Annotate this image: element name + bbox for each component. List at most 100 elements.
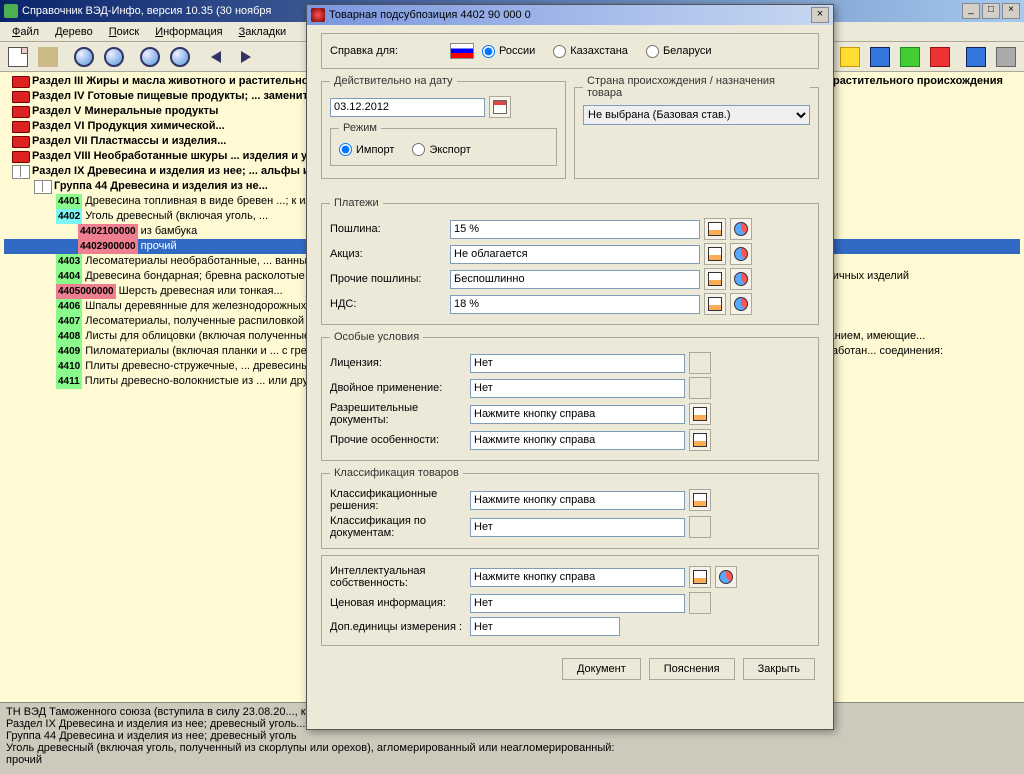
tb-gray[interactable] [992,44,1020,70]
date-input[interactable] [330,98,485,117]
book-icon [12,134,30,148]
ip-field[interactable] [470,568,685,587]
app-title: Справочник ВЭД-Инфо, версия 10.35 (30 но… [22,5,271,17]
vat-pie-button[interactable] [730,293,752,315]
tree-label: Уголь древесный (включая уголь, ... [85,209,268,224]
other-special-button[interactable] [689,429,711,451]
app-icon [4,4,18,18]
tb-save[interactable] [962,44,990,70]
explain-button[interactable]: Пояснения [649,658,735,680]
tree-label: прочий [141,239,177,254]
class-dec-field[interactable] [470,491,685,510]
tb-tree[interactable] [34,44,62,70]
menu-item[interactable]: Поиск [101,24,147,40]
dual-button[interactable] [689,377,711,399]
excise-pie-button[interactable] [730,243,752,265]
docs-field[interactable] [470,405,685,424]
minimize-button[interactable]: _ [962,3,980,19]
duty-pie-button[interactable] [730,218,752,240]
tb-findcode[interactable] [100,44,128,70]
status-line: Уголь древесный (включая уголь, полученн… [6,742,1018,754]
vat-info-button[interactable] [704,293,726,315]
origin-select[interactable]: Не выбрана (Базовая став.) [583,105,810,125]
radio-belarus[interactable]: Беларуси [646,45,712,58]
other-duty-field[interactable] [450,270,700,289]
book-icon [12,104,30,118]
code-tag: 4410 [56,359,82,374]
dual-field[interactable] [470,379,685,398]
book-icon [12,89,30,103]
tb-g1[interactable] [896,44,924,70]
code-tag: 4402900000 [78,239,138,254]
units-field[interactable] [470,617,620,636]
other-special-field[interactable] [470,431,685,450]
lic-button[interactable] [689,352,711,374]
excise-info-button[interactable] [704,243,726,265]
calendar-icon [493,100,507,114]
code-tag: 4401 [56,194,82,209]
radio-russia[interactable]: России [482,45,535,58]
radio-export[interactable]: Экспорт [412,143,470,156]
date-group: Действительно на дату Режим Импорт Экспо… [321,75,566,179]
dialog-icon [311,8,325,22]
book-icon [12,164,30,178]
tb-zoom1[interactable] [136,44,164,70]
radio-import[interactable]: Импорт [339,143,394,156]
other-info-button[interactable] [704,268,726,290]
excise-field[interactable] [450,245,700,264]
close-button[interactable]: × [1002,3,1020,19]
menu-item[interactable]: Дерево [47,24,101,40]
tb-b1[interactable] [866,44,894,70]
class-dec-button[interactable] [689,489,711,511]
radio-kazakhstan[interactable]: Казахстана [553,45,628,58]
class-doc-field[interactable] [470,518,685,537]
special-group: Особые условия Лицензия: Двойное примене… [321,331,819,461]
ip-button[interactable] [689,566,711,588]
other-pie-button[interactable] [730,268,752,290]
tree-label: Шпалы деревянные для железнодорожных... [85,299,315,314]
dialog-titlebar: Товарная подсубпозиция 4402 90 000 0 × [307,5,833,25]
tb-new[interactable] [4,44,32,70]
flag-ru-icon [450,43,474,59]
chart-icon [708,222,722,236]
ref-for-group: Справка для: России Казахстана Беларуси [321,33,819,69]
tb-zoom2[interactable] [166,44,194,70]
tree-label: Раздел VI Продукция химической... [32,119,225,134]
tb-y2[interactable] [836,44,864,70]
tb-prev[interactable] [202,44,230,70]
maximize-button[interactable]: □ [982,3,1000,19]
book-icon [12,119,30,133]
status-line: Группа 44 Древесина и изделия из нее; др… [6,730,1018,742]
close-dialog-button[interactable]: Закрыть [743,658,815,680]
license-field[interactable] [470,354,685,373]
docs-button[interactable] [689,403,711,425]
tree-label: Шерсть древесная или тонкая... [119,284,283,299]
tree-label: Раздел V Минеральные продукты [32,104,218,119]
code-tag: 4403 [56,254,82,269]
price-field[interactable] [470,594,685,613]
ip-pie-button[interactable] [715,566,737,588]
menu-item[interactable]: Файл [4,24,47,40]
origin-group: Страна происхождения / назначения товара… [574,75,819,179]
item-dialog: Товарная подсубпозиция 4402 90 000 0 × С… [306,4,834,730]
menu-item[interactable]: Информация [147,24,230,40]
code-tag: 4402100000 [78,224,138,239]
menu-item[interactable]: Закладки [231,24,295,40]
price-button[interactable] [689,592,711,614]
class-doc-button[interactable] [689,516,711,538]
code-tag: 4405000000 [56,284,116,299]
vat-field[interactable] [450,295,700,314]
document-button[interactable]: Документ [562,658,641,680]
dialog-close-button[interactable]: × [811,7,829,23]
tree-label: Раздел IV Готовые пищевые продукты; ... … [32,89,328,104]
dialog-title: Товарная подсубпозиция 4402 90 000 0 [329,9,531,21]
duty-info-button[interactable] [704,218,726,240]
duty-field[interactable] [450,220,700,239]
code-tag: 4408 [56,329,82,344]
calendar-button[interactable] [489,96,511,118]
pie-icon [734,222,748,236]
tb-find[interactable] [70,44,98,70]
tb-next[interactable] [232,44,260,70]
tb-r1[interactable] [926,44,954,70]
ref-for-label: Справка для: [330,45,450,57]
